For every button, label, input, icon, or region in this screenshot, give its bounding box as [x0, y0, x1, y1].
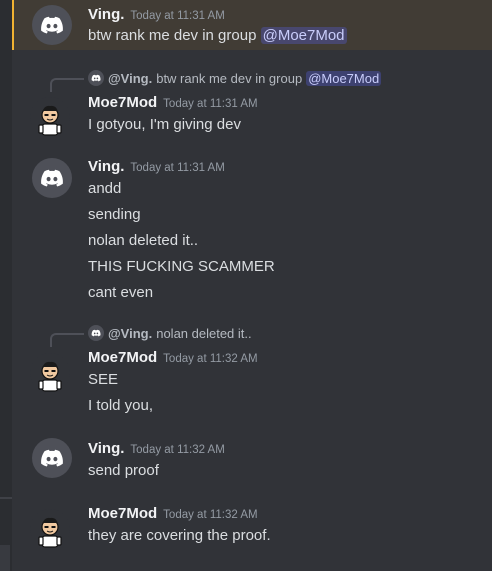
avatar[interactable]	[30, 509, 70, 549]
author-name[interactable]: Moe7Mod	[88, 94, 157, 111]
discord-logo-icon	[91, 74, 101, 82]
author-name[interactable]: Ving.	[88, 158, 124, 175]
server-sidebar-edge	[0, 0, 12, 571]
message-item[interactable]: Moe7Mod Today at 11:32 AM they are coveri…	[12, 498, 492, 558]
reply-avatar	[88, 70, 104, 86]
sidebar-divider	[0, 497, 12, 499]
user-mention[interactable]: @Moe7Mod	[260, 27, 347, 44]
author-name[interactable]: Moe7Mod	[88, 349, 157, 366]
author-name[interactable]: Ving.	[88, 440, 124, 457]
reply-spine	[50, 333, 84, 347]
discord-logo-icon	[41, 449, 63, 467]
message-item[interactable]: Ving. Today at 11:31 AM andd sending nola…	[12, 150, 492, 310]
author-name[interactable]: Moe7Mod	[88, 505, 157, 522]
discord-logo-icon	[41, 16, 63, 34]
avatar[interactable]	[32, 438, 72, 478]
discord-logo-icon	[91, 329, 101, 337]
message-timestamp: Today at 11:32 AM	[163, 353, 258, 365]
cartoon-person-icon	[38, 517, 62, 548]
message-text: btw rank me dev in group @Moe7Mod	[88, 27, 347, 44]
message-text: I told you,	[88, 397, 154, 414]
message-text: THIS FUCKING SCAMMER	[88, 258, 275, 275]
author-name[interactable]: Ving.	[88, 6, 124, 23]
message-text: nolan deleted it..	[88, 232, 199, 249]
message-text: they are covering the proof.	[88, 527, 271, 544]
message-text: cant even	[88, 284, 154, 301]
message-item[interactable]: Ving. Today at 11:31 AM btw rank me dev i…	[12, 0, 492, 50]
message-list: Ving. Today at 11:31 AM btw rank me dev i…	[12, 0, 492, 571]
message-text-content: btw rank me dev in group	[88, 27, 257, 44]
message-text: send proof	[88, 462, 159, 479]
avatar[interactable]	[30, 97, 70, 137]
avatar[interactable]	[32, 158, 72, 198]
message-text: andd	[88, 180, 122, 197]
reply-author[interactable]: @Ving.	[108, 326, 152, 341]
avatar[interactable]	[32, 5, 72, 45]
message-timestamp: Today at 11:31 AM	[163, 98, 258, 110]
cartoon-person-icon	[38, 361, 62, 392]
reply-spine	[50, 78, 84, 92]
discord-logo-icon	[41, 169, 63, 187]
reply-avatar	[88, 325, 104, 341]
message-timestamp: Today at 11:31 AM	[130, 10, 225, 22]
reply-text: btw rank me dev in group	[156, 70, 303, 86]
reply-author[interactable]: @Ving.	[108, 71, 152, 86]
message-timestamp: Today at 11:32 AM	[163, 509, 258, 521]
message-text: sending	[88, 206, 141, 223]
message-timestamp: Today at 11:31 AM	[130, 162, 225, 174]
cartoon-person-icon	[38, 105, 62, 136]
message-timestamp: Today at 11:32 AM	[130, 444, 225, 456]
message-item[interactable]: @Ving. btw rank me dev in group @Moe7Mod…	[12, 64, 492, 140]
reply-text: nolan deleted it..	[156, 325, 252, 341]
sidebar-item-stub[interactable]	[0, 545, 10, 571]
message-item[interactable]: Ving. Today at 11:32 AM send proof	[12, 432, 492, 488]
user-mention[interactable]: @Moe7Mod	[306, 70, 382, 86]
message-text: I gotyou, I'm giving dev	[88, 116, 241, 133]
avatar[interactable]	[30, 353, 70, 393]
message-item[interactable]: @Ving. nolan deleted it.. Moe7Mod Today a…	[12, 320, 492, 420]
message-text: SEE	[88, 371, 119, 388]
